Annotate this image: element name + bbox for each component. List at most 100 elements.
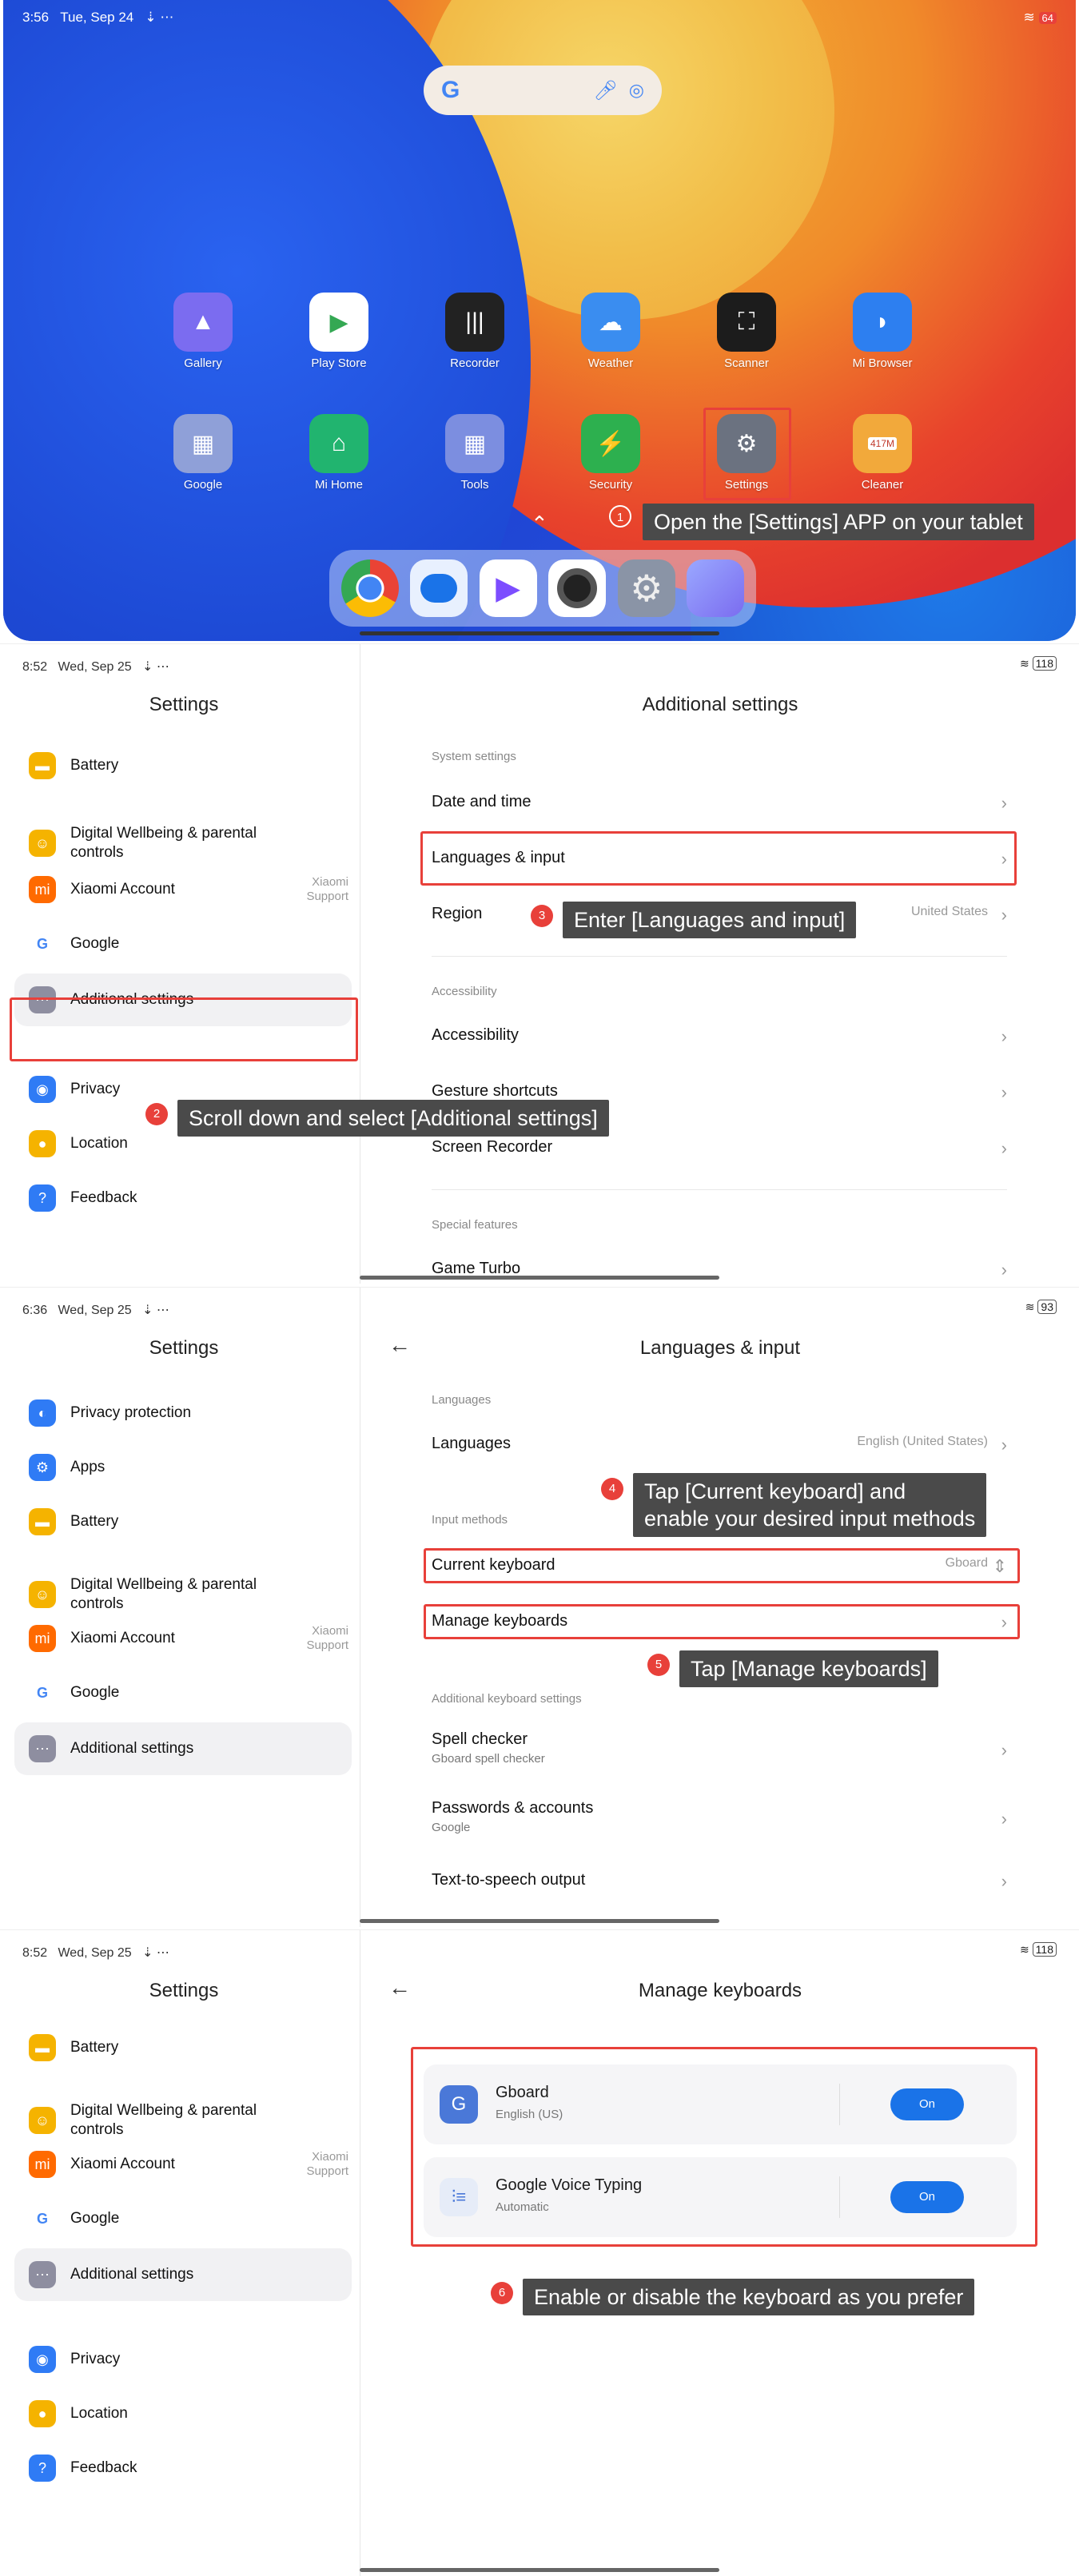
- app-security[interactable]: ⚡ Security: [563, 414, 659, 492]
- page-title: Additional settings: [642, 694, 798, 715]
- highlight-languages: [420, 831, 1017, 886]
- sidebar-item-label: Location: [70, 2405, 128, 2422]
- sidebar-item-label: Privacy: [70, 1081, 121, 1097]
- sidebar-item-battery[interactable]: ▬ Battery: [29, 1508, 348, 1535]
- app-weather[interactable]: ☁ Weather: [563, 293, 659, 370]
- instruction-callout: Enable or disable the keyboard as you pr…: [523, 2279, 975, 2315]
- home-indicator[interactable]: [360, 2568, 719, 2572]
- home-indicator[interactable]: [360, 1919, 719, 1923]
- status-bar: 8:52 Wed, Sep 25 ⇣ ⋯: [22, 660, 169, 674]
- sidebar-item-privacy[interactable]: ◉ Privacy: [29, 2346, 348, 2373]
- dock: ▶ ⚙: [329, 550, 756, 627]
- home-indicator[interactable]: [360, 1276, 719, 1280]
- step-number: 6: [491, 2282, 513, 2304]
- sidebar-item-location[interactable]: ● Location: [29, 2400, 348, 2427]
- tts-row[interactable]: Text-to-speech output ›: [432, 1871, 1007, 1891]
- app-google[interactable]: ▦ Google: [155, 414, 251, 492]
- instruction-callout: Tap [Current keyboard] and enable your d…: [633, 1473, 987, 1537]
- sidebar-item-battery[interactable]: ▬ Battery: [29, 2034, 348, 2061]
- step-number: 1: [609, 505, 631, 528]
- app-label: Scanner: [724, 356, 769, 370]
- sidebar-item-digital-wellbeing-parental-controls[interactable]: ☺ Digital Wellbeing & parental controls: [29, 1575, 348, 1614]
- google-search-bar[interactable]: G 🎤︎ ◎: [424, 66, 662, 115]
- sidebar-item-google[interactable]: G Google: [29, 2205, 348, 2232]
- status-right: ≋ 118: [1020, 656, 1057, 671]
- app-label: Mi Home: [314, 478, 363, 492]
- wifi-icon: ≋: [1023, 10, 1035, 25]
- section-header: Input methods: [432, 1513, 508, 1527]
- instruction-callout: Tap [Manage keyboards]: [679, 1650, 938, 1687]
- camera-icon[interactable]: [548, 559, 607, 617]
- apps-icon: ⚙: [29, 1454, 56, 1481]
- sidebar-item-privacy[interactable]: ◉ Privacy: [29, 1076, 348, 1103]
- home-indicator[interactable]: [360, 631, 719, 635]
- app-play-store[interactable]: ▶ Play Store: [291, 293, 387, 370]
- settings-icon[interactable]: ⚙: [617, 559, 675, 617]
- chrome-icon[interactable]: [340, 559, 399, 617]
- sidebar-item-additional-settings[interactable]: ⋯ Additional settings: [29, 2261, 348, 2288]
- sidebar-item-battery[interactable]: ▬ Battery: [29, 752, 348, 779]
- app-mi-home[interactable]: ⌂ Mi Home: [291, 414, 387, 492]
- app-cleaner[interactable]: 417M Cleaner: [834, 414, 930, 492]
- messages-icon[interactable]: [410, 559, 468, 617]
- gallery-icon: ▲: [173, 293, 233, 352]
- settings-panel-languages: 6:36 Wed, Sep 25 ⇣ ⋯ ≋ 93 Settings ← Lan…: [0, 1287, 1079, 1927]
- settings-panel-additional: 8:52 Wed, Sep 25 ⇣ ⋯ ≋ 118 Settings Addi…: [0, 643, 1079, 1284]
- google-icon: G: [29, 1679, 56, 1706]
- chevron-right-icon: ›: [1001, 793, 1007, 813]
- app-scanner[interactable]: ⛶ Scanner: [699, 293, 794, 370]
- screen-recorder-row[interactable]: Screen Recorder ›: [432, 1138, 1007, 1158]
- passwords-accounts-row[interactable]: Passwords & accounts Google ›: [432, 1799, 1007, 1834]
- sidebar-item-digital-wellbeing-parental-controls[interactable]: ☺ Digital Wellbeing & parental controls: [29, 2101, 348, 2140]
- highlight-keyboards: [411, 2047, 1037, 2247]
- sidebar-item-label: Feedback: [70, 2459, 137, 2476]
- app-recorder[interactable]: ||| Recorder: [427, 293, 523, 370]
- cleaner-badge: 417M: [867, 437, 898, 450]
- app-label: Mi Browser: [852, 356, 913, 370]
- status-bar: 8:52 Wed, Sep 25 ⇣ ⋯: [22, 1946, 169, 1960]
- settings-icon: ⚙: [717, 414, 776, 473]
- sidebar-item-digital-wellbeing-parental-controls[interactable]: ☺ Digital Wellbeing & parental controls: [29, 824, 348, 862]
- mi-home-icon: ⌂: [309, 414, 368, 473]
- date-time-row[interactable]: Date and time ›: [432, 793, 1007, 813]
- sidebar-item-google[interactable]: G Google: [29, 1679, 348, 1706]
- sidebar-item-label: Apps: [70, 1459, 106, 1475]
- app-tools[interactable]: ▦ Tools: [427, 414, 523, 492]
- chevron-up-icon[interactable]: ⌃: [531, 512, 548, 536]
- section-header: Special features: [432, 1218, 518, 1232]
- sidebar-item-label: Privacy protection: [70, 1404, 192, 1421]
- sidebar-item-google[interactable]: G Google: [29, 930, 348, 958]
- sidebar-item-xiaomi-account[interactable]: mi Xiaomi Account Xiaomi Support: [29, 875, 348, 903]
- play-games-icon[interactable]: ▶: [479, 559, 537, 617]
- spell-checker-row[interactable]: Spell checker Gboard spell checker ›: [432, 1730, 1007, 1766]
- sidebar-item-xiaomi-account[interactable]: mi Xiaomi Account Xiaomi Support: [29, 2150, 348, 2178]
- accessibility-row[interactable]: Accessibility ›: [432, 1026, 1007, 1046]
- battery-icon: ▬: [29, 2034, 56, 2061]
- app-gallery[interactable]: ▲ Gallery: [155, 293, 251, 370]
- sidebar-item-additional-settings[interactable]: ⋯ Additional settings: [29, 1735, 348, 1762]
- battery-icon: ▬: [29, 1508, 56, 1535]
- section-header: Accessibility: [432, 985, 497, 998]
- sidebar-item-feedback[interactable]: ? Feedback: [29, 2455, 348, 2482]
- sidebar-item-label: Digital Wellbeing & parental controls: [70, 1576, 257, 1612]
- sidebar-item-feedback[interactable]: ? Feedback: [29, 1184, 348, 1212]
- settings-title: Settings: [149, 694, 219, 715]
- languages-row[interactable]: Languages English (United States) ›: [432, 1435, 1007, 1455]
- mic-icon[interactable]: 🎤︎: [593, 79, 617, 102]
- wellbeing-icon: ☺: [29, 1581, 56, 1608]
- sidebar-item-label: Battery: [70, 757, 119, 774]
- gesture-shortcuts-row[interactable]: Gesture shortcuts ›: [432, 1082, 1007, 1102]
- chevron-right-icon: ›: [1001, 1026, 1007, 1046]
- lens-icon[interactable]: ◎: [629, 80, 644, 101]
- app-mi-browser[interactable]: ◗ Mi Browser: [834, 293, 930, 370]
- gallery-icon[interactable]: [687, 559, 745, 617]
- sidebar-item-privacy-protection[interactable]: ◐ Privacy protection: [29, 1399, 348, 1427]
- section-header: Languages: [432, 1393, 492, 1407]
- app-settings[interactable]: ⚙ Settings: [699, 414, 794, 492]
- google-icon: G: [29, 2205, 56, 2232]
- sidebar-item-apps[interactable]: ⚙ Apps: [29, 1454, 348, 1481]
- home-screen: 3:56 Tue, Sep 24 ⇣ ⋯ ≋ 64 G 🎤︎ ◎ ⌃ ▶ ⚙ 1…: [3, 0, 1076, 641]
- sidebar-item-sub: Xiaomi Support: [306, 1624, 348, 1652]
- sidebar-item-xiaomi-account[interactable]: mi Xiaomi Account Xiaomi Support: [29, 1624, 348, 1652]
- status-right: ≋ 64: [1024, 10, 1057, 26]
